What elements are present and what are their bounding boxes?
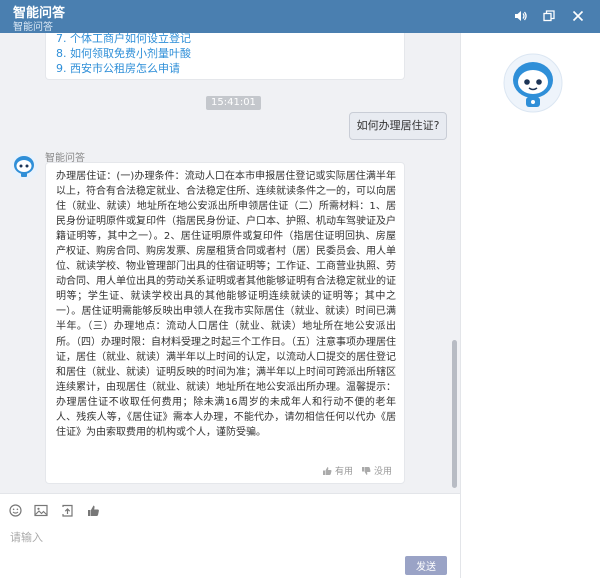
bot-avatar [9,151,39,181]
feedback-bar: 有用 没用 [322,464,392,477]
bot-answer-bubble: 办理居住证：(一)办理条件：流动人口在本市申报居住登记或实际居住满半年以上，符合… [45,162,405,484]
bot-answer-text: 办理居住证：(一)办理条件：流动人口在本市申报居住登记或实际居住满半年以上，符合… [56,171,396,438]
speaker-icon[interactable] [512,8,528,24]
thumbs-up-icon[interactable] [86,503,100,517]
emoji-icon[interactable] [8,503,22,517]
toolbar-icons [8,503,100,517]
close-icon[interactable] [570,8,586,24]
suggestion-link[interactable]: 8. 如何领取免费小剂量叶酸 [56,46,191,61]
right-panel [460,33,600,578]
previous-answer-bubble: 7. 个体工商户如何设立登记 8. 如何领取免费小剂量叶酸 9. 西安市公租房怎… [45,33,405,80]
input-toolbar [0,493,460,527]
message-input[interactable] [0,527,460,578]
thumbs-down-icon [361,466,371,475]
send-button[interactable]: 发送 [405,556,447,575]
suggestion-link[interactable]: 7. 个体工商户如何设立登记 [56,33,191,46]
restore-icon[interactable] [541,8,557,24]
timestamp: 15:41:01 [206,96,261,110]
useless-label: 没用 [373,467,392,477]
suggestion-link[interactable]: 9. 西安市公租房怎么申请 [56,61,191,76]
window-header: 智能问答 智能问答 [0,0,600,33]
chat-scrollbar[interactable] [452,340,457,488]
useful-button[interactable]: 有用 [322,464,353,477]
user-message: 如何办理居住证? [349,112,447,140]
chat-area[interactable]: 7. 个体工商户如何设立登记 8. 如何领取免费小剂量叶酸 9. 西安市公租房怎… [0,33,460,493]
window-subtitle: 智能问答 [13,22,53,33]
upload-icon[interactable] [60,503,74,517]
image-icon[interactable] [34,503,48,517]
thumbs-up-icon [322,466,332,475]
header-controls [512,8,586,24]
robot-avatar [503,53,563,113]
useful-label: 有用 [334,467,353,477]
suggestion-list: 7. 个体工商户如何设立登记 8. 如何领取免费小剂量叶酸 9. 西安市公租房怎… [56,33,191,76]
useless-button[interactable]: 没用 [361,464,392,477]
